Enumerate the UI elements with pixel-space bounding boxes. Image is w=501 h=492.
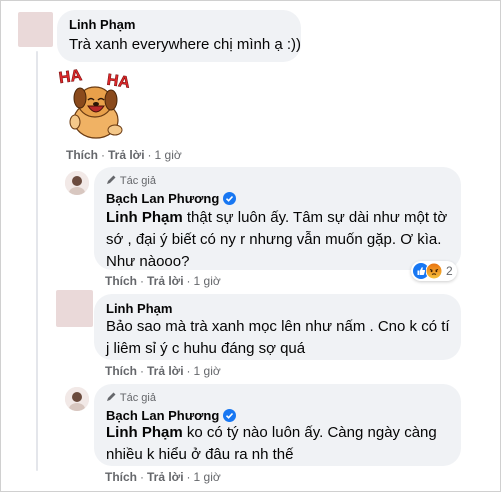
comment-text-line: j liêm sỉ ý c huhu đáng sợ quá [106, 340, 306, 357]
comment-text-line: nhiều k hiểu ở đâu ra nh thế [106, 446, 294, 463]
comment-actions: Thích · Trả lời · 1 giờ [105, 470, 221, 484]
comment-actions: Thích · Trả lời · 1 giờ [66, 148, 182, 162]
comment-bubble: Tác giả Bạch Lan Phương Linh Phạm thật s… [94, 167, 461, 270]
comment-author[interactable]: Linh Phạm [106, 301, 172, 316]
avatar[interactable] [65, 387, 89, 411]
angry-icon [425, 262, 443, 280]
comment-author[interactable]: Linh Phạm [69, 17, 135, 32]
like-button[interactable]: Thích [105, 364, 137, 378]
author-tag: Tác giả [106, 391, 156, 405]
timestamp[interactable]: 1 giờ [194, 274, 221, 288]
comments-panel: Linh Phạm Trà xanh everywhere chị mình ạ… [0, 0, 501, 492]
author-tag: Tác giả [106, 174, 156, 188]
avatar[interactable] [56, 290, 93, 327]
comment-text: Linh Phạm thật sự luôn ấy. Tâm sự dài nh… [106, 207, 447, 273]
comment-author-name[interactable]: Bạch Lan Phương [106, 191, 219, 206]
comment-text-line: sớ , đại ý biết có ny r nhưng vẫn muốn g… [106, 231, 442, 248]
author-tag-label: Tác giả [119, 392, 156, 404]
comment-text-line: ko có tý nào luôn ấy. Càng ngày càng [182, 424, 437, 441]
mention-link[interactable]: Linh Phạm [106, 424, 183, 441]
timestamp[interactable]: 1 giờ [194, 364, 221, 378]
mention-link[interactable]: Linh Phạm [106, 209, 183, 226]
comment-text: Bảo sao mà trà xanh mọc lên như nấm . Cn… [106, 316, 450, 360]
svg-text:HA: HA [106, 72, 132, 92]
avatar[interactable] [65, 171, 89, 195]
reactions-summary[interactable]: 2 [411, 261, 457, 281]
svg-text:HA: HA [58, 67, 84, 87]
avatar[interactable] [18, 12, 53, 47]
haha-dog-sticker: HA HA [57, 64, 135, 142]
reaction-count: 2 [446, 264, 453, 278]
comment-text: Linh Phạm ko có tý nào luôn ấy. Càng ngà… [106, 422, 437, 466]
like-button[interactable]: Thích [105, 274, 137, 288]
comment-bubble: Linh Phạm Trà xanh everywhere chị mình ạ… [57, 10, 301, 62]
comment-text-line: Bảo sao mà trà xanh mọc lên như nấm . Cn… [106, 318, 450, 335]
pen-icon [106, 174, 117, 188]
thread-line [36, 51, 38, 471]
comment-author-name[interactable]: Bạch Lan Phương [106, 408, 219, 423]
comment-bubble: Tác giả Bạch Lan Phương Linh Phạm ko có … [94, 384, 461, 466]
comment-text-line: Như nàooo? [106, 253, 190, 270]
reply-button[interactable]: Trả lời [108, 148, 145, 162]
comment-author[interactable]: Bạch Lan Phương [106, 191, 237, 208]
reply-button[interactable]: Trả lời [147, 274, 184, 288]
reply-button[interactable]: Trả lời [147, 364, 184, 378]
author-tag-label: Tác giả [119, 175, 156, 187]
like-button[interactable]: Thích [105, 470, 137, 484]
timestamp[interactable]: 1 giờ [155, 148, 182, 162]
reply-button[interactable]: Trả lời [147, 470, 184, 484]
pen-icon [106, 391, 117, 405]
comment-text: Trà xanh everywhere chị mình ạ :)) [69, 36, 302, 53]
verified-badge-icon [223, 192, 237, 208]
comment-text-line: thật sự luôn ấy. Tâm sự dài như một tờ [182, 209, 448, 226]
comment-actions: Thích · Trả lời · 1 giờ [105, 274, 221, 288]
timestamp[interactable]: 1 giờ [194, 470, 221, 484]
comment-actions: Thích · Trả lời · 1 giờ [105, 364, 221, 378]
like-button[interactable]: Thích [66, 148, 98, 162]
comment-bubble: Linh Phạm Bảo sao mà trà xanh mọc lên nh… [94, 294, 461, 360]
